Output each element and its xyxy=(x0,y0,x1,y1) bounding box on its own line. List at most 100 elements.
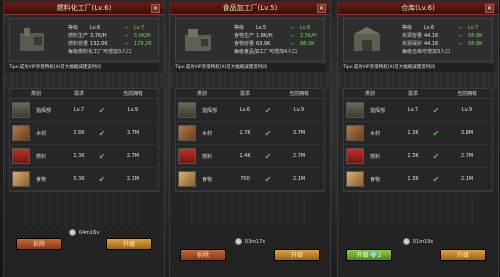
stat-label: 等级 xyxy=(68,25,79,31)
row-name: 木材 xyxy=(202,130,213,137)
arrow-icon: → xyxy=(290,41,295,47)
arrow-icon: → xyxy=(458,33,463,39)
fuel-icon xyxy=(12,148,30,164)
check-icon: ✔ xyxy=(432,174,440,184)
row-required: 1.3K xyxy=(407,130,419,136)
check-icon: ✔ xyxy=(98,151,106,161)
check-icon: ✔ xyxy=(264,174,272,184)
table-row: 木材 1.3K ✔ 3.8M xyxy=(344,122,492,145)
check-icon: ✔ xyxy=(264,151,272,161)
panel-title: 燃料化工厂(Lv.6) ✕ xyxy=(4,2,164,15)
table-row: 食物 5.3K ✔ 2.1M xyxy=(10,168,158,191)
stat-value: Lv.6 xyxy=(90,25,101,31)
row-owned: 2.7M xyxy=(460,153,474,159)
table-row: 食物 700 ✔ 2.1M xyxy=(176,168,324,191)
building-info: 等级 Lv.6 → Lv.7 燃料生产 3.7K/H → 5.0K/H 燃料容量 132.0K… xyxy=(9,18,159,62)
wood-icon xyxy=(346,125,364,141)
demolish-button[interactable]: 拆除 xyxy=(180,249,226,261)
upgrade-timer: 01m19s xyxy=(338,238,498,245)
button-label: 升级 xyxy=(356,252,369,259)
col-owned: 当前拥有 xyxy=(122,91,143,97)
upgrade-button[interactable]: 升级 xyxy=(440,249,486,261)
vip-tips: Tips:成为VIP享受特权(X)可大幅缩减建造时间 xyxy=(175,64,325,72)
col-owned: 当前拥有 xyxy=(288,91,309,97)
gem-cost: 2 xyxy=(377,252,382,259)
stat-next: Lv.6 xyxy=(300,25,311,31)
table-row: 食物 1.3K ✔ 2.1M xyxy=(344,168,492,191)
stat-next: Lv.7 xyxy=(468,25,479,31)
row-name: 食物 xyxy=(36,176,47,183)
arrow-icon: → xyxy=(124,25,129,31)
requirements-table: 类别 需求 当前拥有 指挥部 Lv.7 ✔ Lv.9 木材 2.6K ✔ 3.7M 燃料 1.3K… xyxy=(9,88,159,192)
close-icon[interactable]: ✕ xyxy=(317,4,326,13)
check-icon: ✔ xyxy=(98,105,106,115)
stat-value: 132.0K xyxy=(90,41,108,47)
decoration xyxy=(358,196,478,226)
check-icon: ✔ xyxy=(98,174,106,184)
col-owned: 当前拥有 xyxy=(456,91,477,97)
arrow-icon: → xyxy=(458,25,463,31)
row-required: 5.3K xyxy=(73,176,85,182)
row-name: 燃料 xyxy=(36,153,47,160)
row-name: 木材 xyxy=(36,130,47,137)
panel-title: 仓库(Lv.6) ✕ xyxy=(338,2,498,15)
stat-value: Lv.6 xyxy=(424,25,435,31)
row-name: 食物 xyxy=(370,176,381,183)
check-icon: ✔ xyxy=(264,128,272,138)
check-icon: ✔ xyxy=(432,105,440,115)
food-icon xyxy=(12,171,30,187)
instant-upgrade-button[interactable]: 升级 2 xyxy=(346,249,392,261)
food-icon xyxy=(178,171,196,187)
arrow-icon: → xyxy=(124,33,129,39)
close-icon[interactable]: ✕ xyxy=(485,4,494,13)
row-required: 2.6K xyxy=(73,130,85,136)
command-center-icon xyxy=(346,102,364,118)
building-icon xyxy=(354,27,380,51)
divider xyxy=(338,73,498,87)
demolish-button[interactable]: 拆除 xyxy=(16,238,62,250)
check-icon: ✔ xyxy=(432,128,440,138)
stat-next: 58.8K xyxy=(468,33,483,39)
table-row: 燃料 1.4K ✔ 2.7M xyxy=(176,145,324,168)
table-row: 指挥部 Lv.6 ✔ Lv.9 xyxy=(176,99,324,122)
arrow-icon: → xyxy=(458,41,463,47)
requirements-table: 类别 需求 当前拥有 指挥部 Lv.7 ✔ Lv.9 木材 1.3K ✔ 3.8M 燃料 1.3K… xyxy=(343,88,493,192)
row-owned: 2.1M xyxy=(460,176,474,182)
table-row: 木材 2.7K ✔ 3.7M xyxy=(176,122,324,145)
row-required: 700 xyxy=(240,176,250,182)
upgrade-timer: 04m16s xyxy=(4,229,164,236)
requirements-table: 类别 需求 当前拥有 指挥部 Lv.6 ✔ Lv.9 木材 2.7K ✔ 3.7M 燃料 1.4K… xyxy=(175,88,325,192)
stat-value: 3.7K/H xyxy=(90,33,107,39)
wood-icon xyxy=(12,125,30,141)
row-owned: 2.7M xyxy=(292,153,306,159)
stat-label: 燃料生产 xyxy=(68,33,89,39)
table-row: 燃料 1.3K ✔ 2.7M xyxy=(10,145,158,168)
arrow-icon: → xyxy=(124,41,129,47)
col-category: 类别 xyxy=(30,91,41,97)
stat-label: 资源保护 xyxy=(402,41,423,47)
upgrade-button[interactable]: 升级 xyxy=(274,249,320,261)
row-owned: Lv.9 xyxy=(293,107,305,113)
stat-next: 179.2K xyxy=(134,41,152,47)
row-name: 指挥部 xyxy=(36,107,52,114)
row-owned: Lv.9 xyxy=(461,107,473,113)
timer-text: 03m17s xyxy=(244,239,266,245)
decoration xyxy=(190,196,310,226)
row-required: 1.3K xyxy=(73,153,85,159)
wood-icon xyxy=(178,125,196,141)
row-name: 指挥部 xyxy=(202,107,218,114)
row-owned: 2.1M xyxy=(126,176,140,182)
population-note: 每级食品加工厂可增加4人口 xyxy=(234,49,298,55)
col-required: 需求 xyxy=(407,91,418,97)
stat-label: 燃料容量 xyxy=(68,41,89,47)
decoration xyxy=(24,196,144,226)
col-category: 类别 xyxy=(364,91,375,97)
stat-label: 资源容量 xyxy=(402,33,423,39)
close-icon[interactable]: ✕ xyxy=(151,4,160,13)
row-required: Lv.7 xyxy=(407,107,419,113)
upgrade-button[interactable]: 升级 xyxy=(106,238,152,250)
row-name: 指挥部 xyxy=(370,107,386,114)
clock-icon xyxy=(234,238,242,245)
food-icon xyxy=(346,171,364,187)
row-required: Lv.6 xyxy=(239,107,251,113)
